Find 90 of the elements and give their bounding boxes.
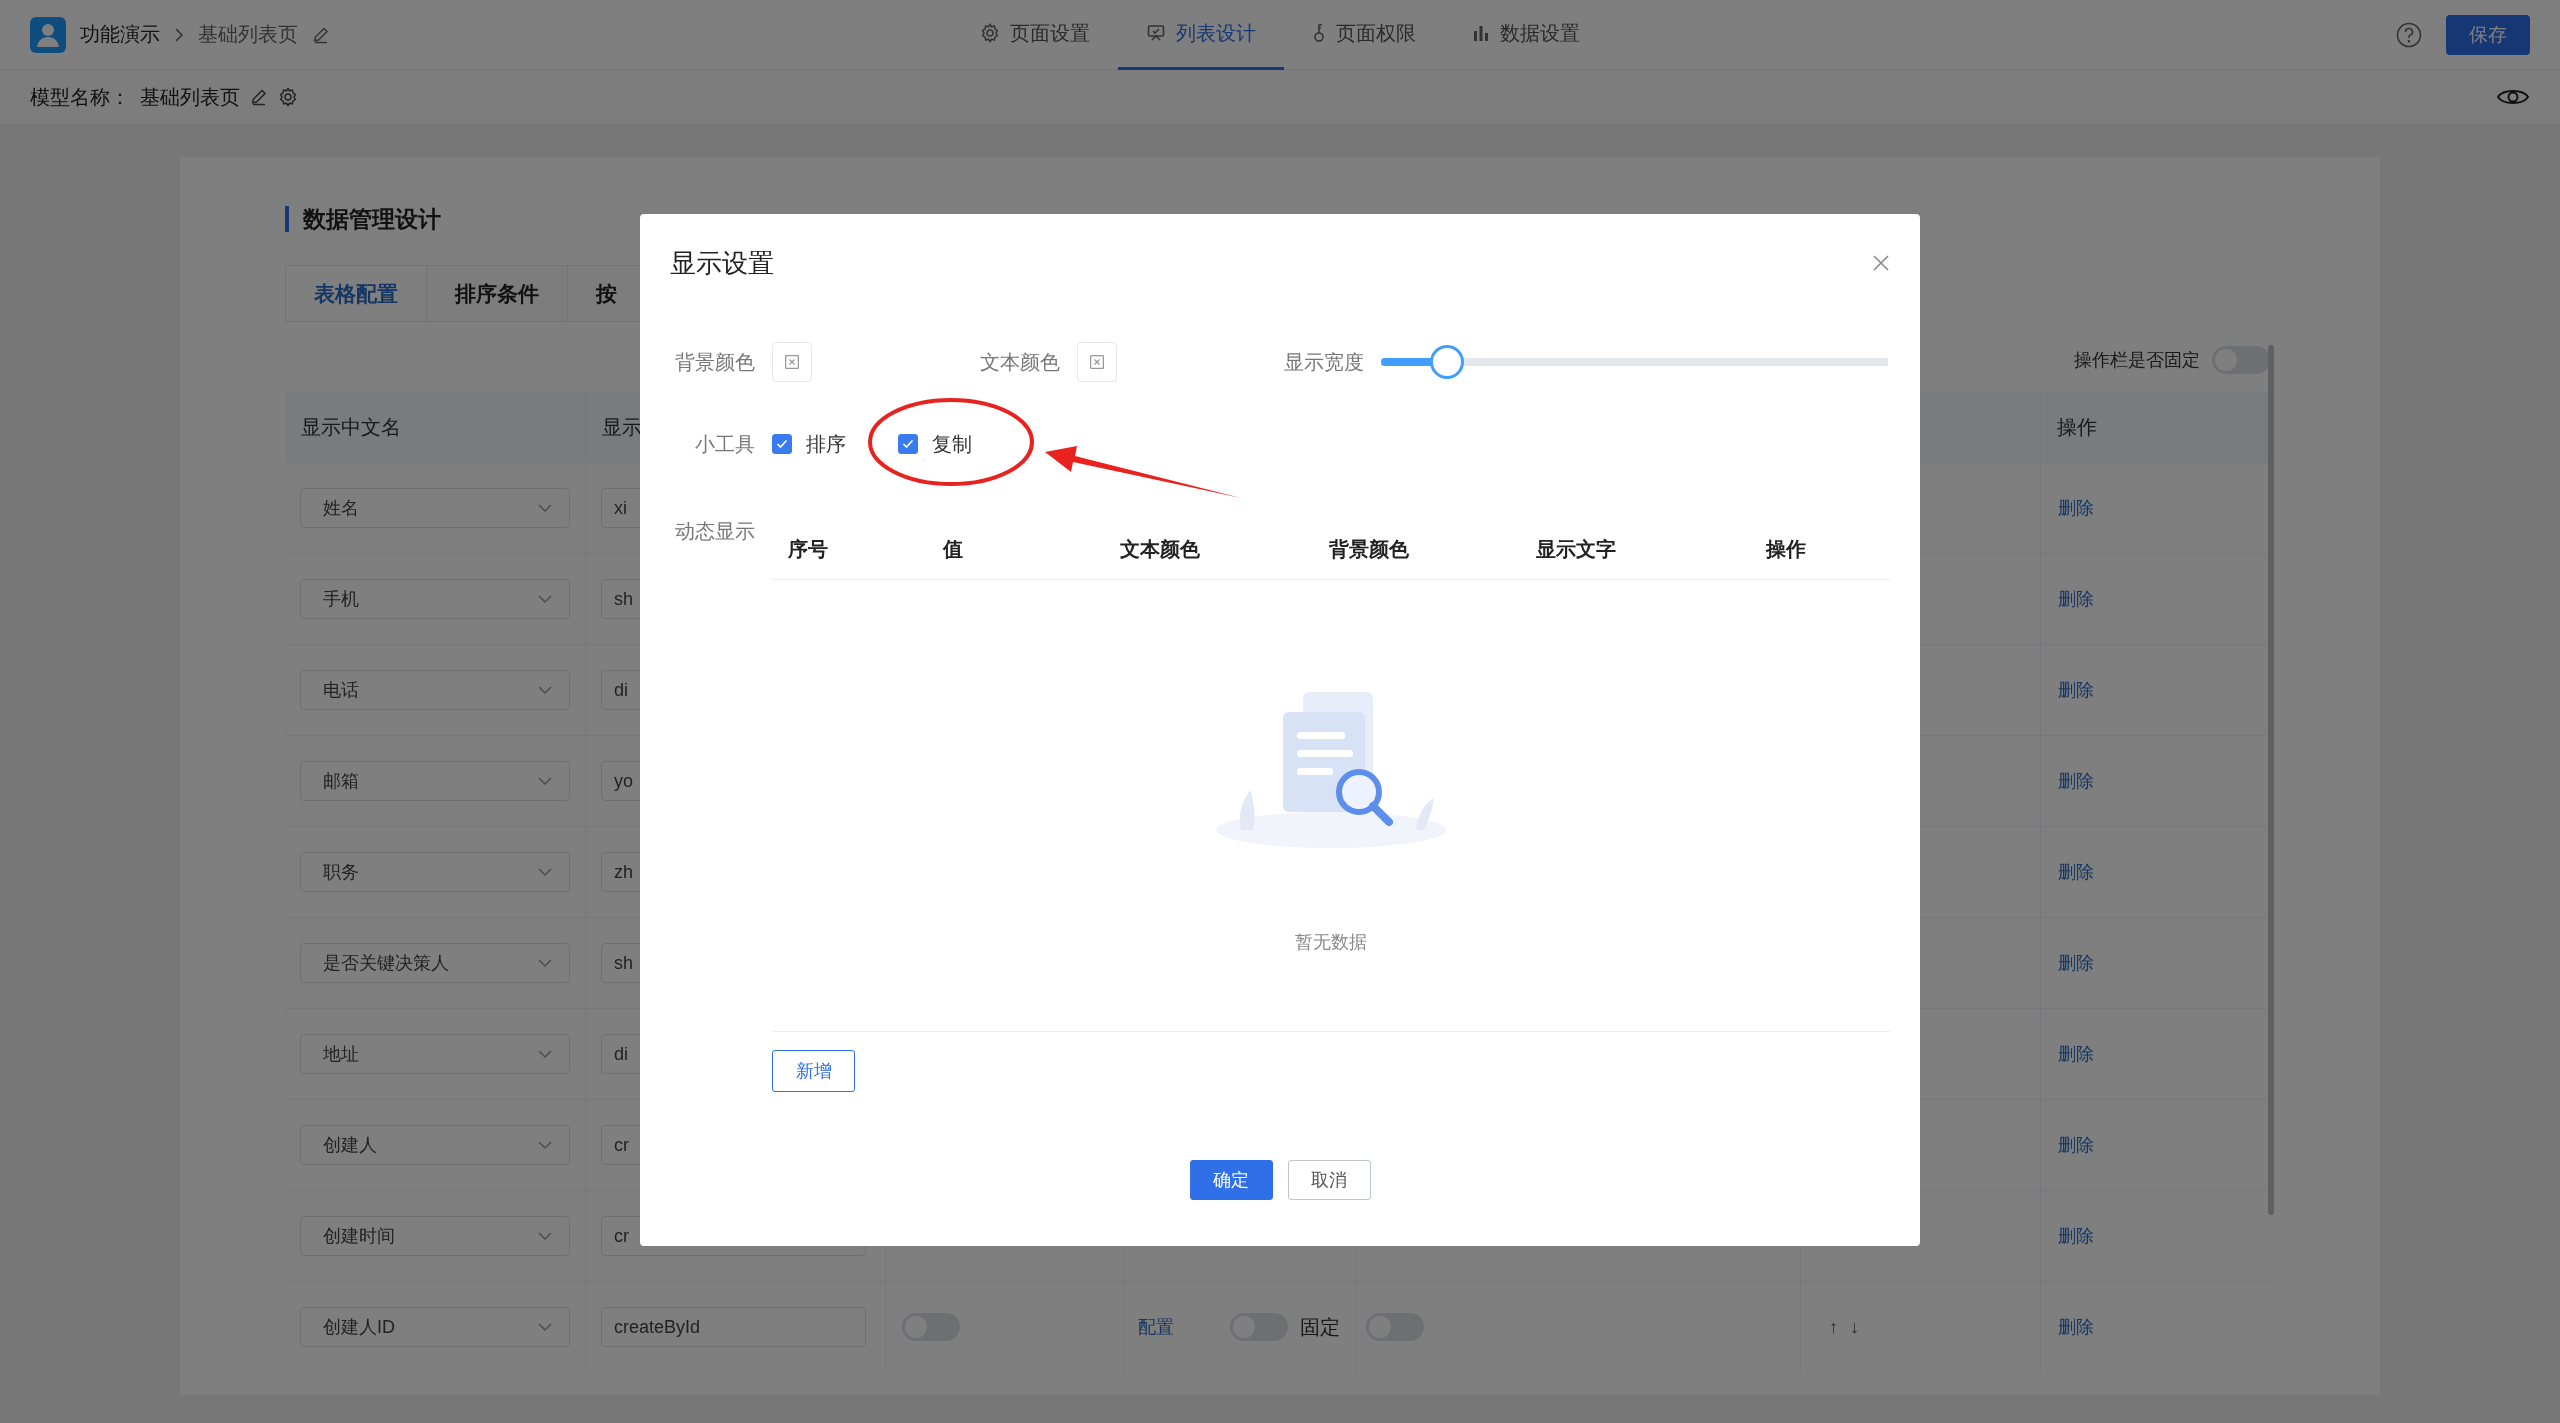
chevron-down-icon: [537, 685, 553, 695]
checkbox-label: 复制: [932, 431, 972, 457]
column-header: 操作: [2056, 414, 2097, 440]
close-icon[interactable]: [1872, 254, 1890, 272]
breadcrumb-item: 基础列表页: [198, 22, 298, 47]
dialog-title: 显示设置: [670, 246, 774, 280]
confirm-button[interactable]: 确定: [1189, 1160, 1273, 1200]
add-button[interactable]: 新增: [772, 1050, 855, 1092]
delete-link[interactable]: 删除: [2058, 678, 2094, 702]
select-field[interactable]: 姓名: [300, 488, 570, 528]
select-field[interactable]: 地址: [300, 1034, 570, 1074]
chevron-down-icon: [537, 1049, 553, 1059]
board-icon: [1146, 23, 1166, 43]
input-field[interactable]: createById: [601, 1307, 866, 1347]
select-field[interactable]: 创建人ID: [300, 1307, 570, 1347]
check-icon: [902, 439, 914, 449]
field-label: 显示宽度: [1283, 349, 1364, 375]
select-field[interactable]: 电话: [300, 670, 570, 710]
delete-link[interactable]: 删除: [2058, 1042, 2094, 1066]
field-label: 小工具: [694, 431, 755, 457]
bar-chart-icon: [1472, 24, 1490, 42]
nav-tab[interactable]: 页面设置: [952, 0, 1118, 70]
panel-title: 数据管理设计: [303, 204, 441, 234]
chevron-down-icon: [537, 867, 553, 877]
switch-label: 固定: [1300, 1314, 1340, 1340]
delete-link[interactable]: 删除: [2058, 860, 2094, 884]
logo-icon: [30, 16, 66, 53]
delete-link[interactable]: 删除: [2058, 587, 2094, 611]
title-accent-bar: [285, 206, 289, 232]
color-picker[interactable]: [1077, 342, 1117, 382]
chevron-down-icon: [537, 776, 553, 786]
help-icon[interactable]: [2396, 21, 2422, 48]
checkbox[interactable]: [772, 434, 792, 454]
chevron-down-icon: [537, 958, 553, 968]
cancel-button[interactable]: 取消: [1287, 1160, 1371, 1200]
chevron-down-icon: [537, 503, 553, 513]
field-label: 文本颜色: [979, 349, 1060, 375]
column-header: 操作: [1766, 537, 1807, 562]
cross-icon: [1090, 355, 1104, 369]
slider-thumb[interactable]: [1429, 345, 1464, 379]
move-up-button[interactable]: ↑: [1829, 1316, 1838, 1338]
select-field[interactable]: 邮箱: [300, 761, 570, 801]
chevron-down-icon: [537, 594, 553, 604]
column-header: 序号: [788, 537, 829, 562]
model-name: 基础列表页: [140, 84, 240, 110]
select-field[interactable]: 职务: [300, 852, 570, 892]
delete-link[interactable]: 删除: [2058, 1315, 2094, 1339]
column-header: 值: [943, 537, 964, 562]
delete-link[interactable]: 删除: [2058, 1224, 2094, 1248]
panel-tab[interactable]: 排序条件: [427, 266, 568, 321]
edit-icon[interactable]: [312, 25, 330, 44]
nav-tab[interactable]: 页面权限: [1284, 0, 1444, 70]
breadcrumb-item[interactable]: 功能演示: [80, 21, 160, 48]
key-icon: [1312, 23, 1326, 43]
move-down-button[interactable]: ↓: [1850, 1316, 1859, 1338]
field-label: 动态显示: [674, 519, 755, 544]
select-field[interactable]: 创建人: [300, 1125, 570, 1165]
chevron-down-icon: [537, 1322, 553, 1332]
select-field[interactable]: 是否关键决策人: [300, 943, 570, 983]
color-picker[interactable]: [772, 342, 812, 382]
config-link[interactable]: 配置: [1138, 1315, 1174, 1339]
cross-icon: [785, 355, 799, 369]
model-name-label: 模型名称：: [30, 84, 130, 110]
field-label: 背景颜色: [674, 349, 755, 375]
edit-icon[interactable]: [250, 88, 268, 106]
nav-tab[interactable]: 数据设置: [1444, 0, 1608, 70]
select-field[interactable]: 手机: [300, 579, 570, 619]
chevron-down-icon: [537, 1140, 553, 1150]
delete-link[interactable]: 删除: [2058, 1133, 2094, 1157]
toggle-label: 操作栏是否固定: [2074, 349, 2200, 372]
checkbox-label: 排序: [806, 431, 846, 457]
chevron-down-icon: [537, 1231, 553, 1241]
delete-link[interactable]: 删除: [2058, 769, 2094, 793]
scrollbar[interactable]: [2268, 345, 2274, 1215]
toggle-switch[interactable]: [2212, 346, 2270, 374]
column-header: 背景颜色: [1329, 537, 1410, 562]
column-header: 显示中文名: [300, 414, 401, 440]
delete-link[interactable]: 删除: [2058, 496, 2094, 520]
gear-icon[interactable]: [278, 87, 298, 107]
chevron-right-icon: [174, 26, 184, 43]
column-header: 文本颜色: [1120, 537, 1201, 562]
select-field[interactable]: 创建时间: [300, 1216, 570, 1256]
empty-text: 暂无数据: [1295, 931, 1367, 954]
column-header: 显示文字: [1536, 537, 1617, 562]
check-icon: [776, 439, 788, 449]
gear-icon: [980, 23, 1000, 43]
delete-link[interactable]: 删除: [2058, 951, 2094, 975]
save-button[interactable]: 保存: [2446, 14, 2530, 55]
column-header: 显示: [601, 414, 642, 440]
checkbox[interactable]: [898, 434, 918, 454]
